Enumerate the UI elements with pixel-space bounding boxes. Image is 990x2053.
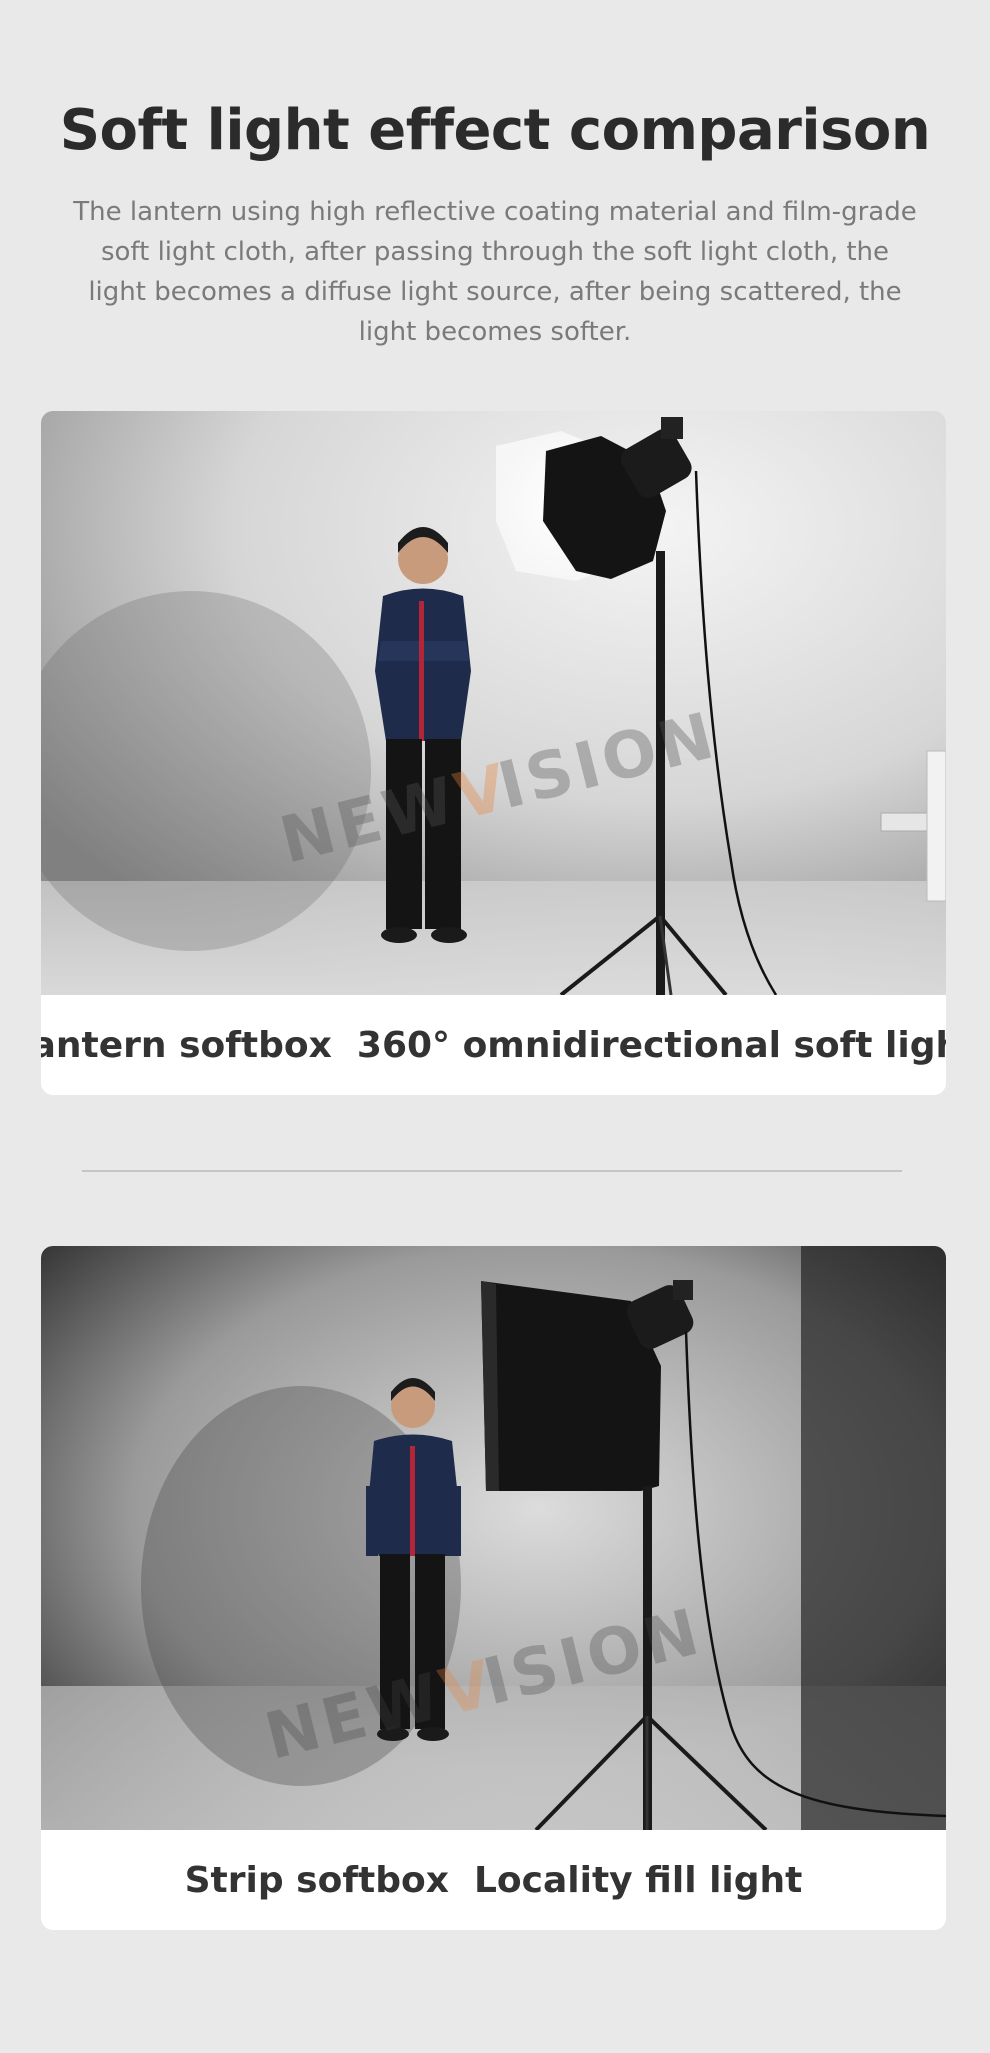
- lantern-softbox-photo: NEW V ISION: [41, 411, 946, 995]
- comparison-card-lantern: NEW V ISION Lantern softbox 360° omnidir…: [41, 411, 946, 1095]
- comparison-card-strip: NEW V ISION Strip softbox Locality fill …: [41, 1246, 946, 1930]
- lantern-softbox-caption: Lantern softbox 360° omnidirectional sof…: [41, 1024, 946, 1066]
- section-divider: [82, 1170, 902, 1172]
- strip-softbox-photo: NEW V ISION: [41, 1246, 946, 1830]
- strip-softbox-caption: Strip softbox Locality fill light: [184, 1859, 803, 1901]
- page-title: Soft light effect comparison: [59, 98, 931, 163]
- page-subtitle: The lantern using high reflective coatin…: [73, 197, 917, 347]
